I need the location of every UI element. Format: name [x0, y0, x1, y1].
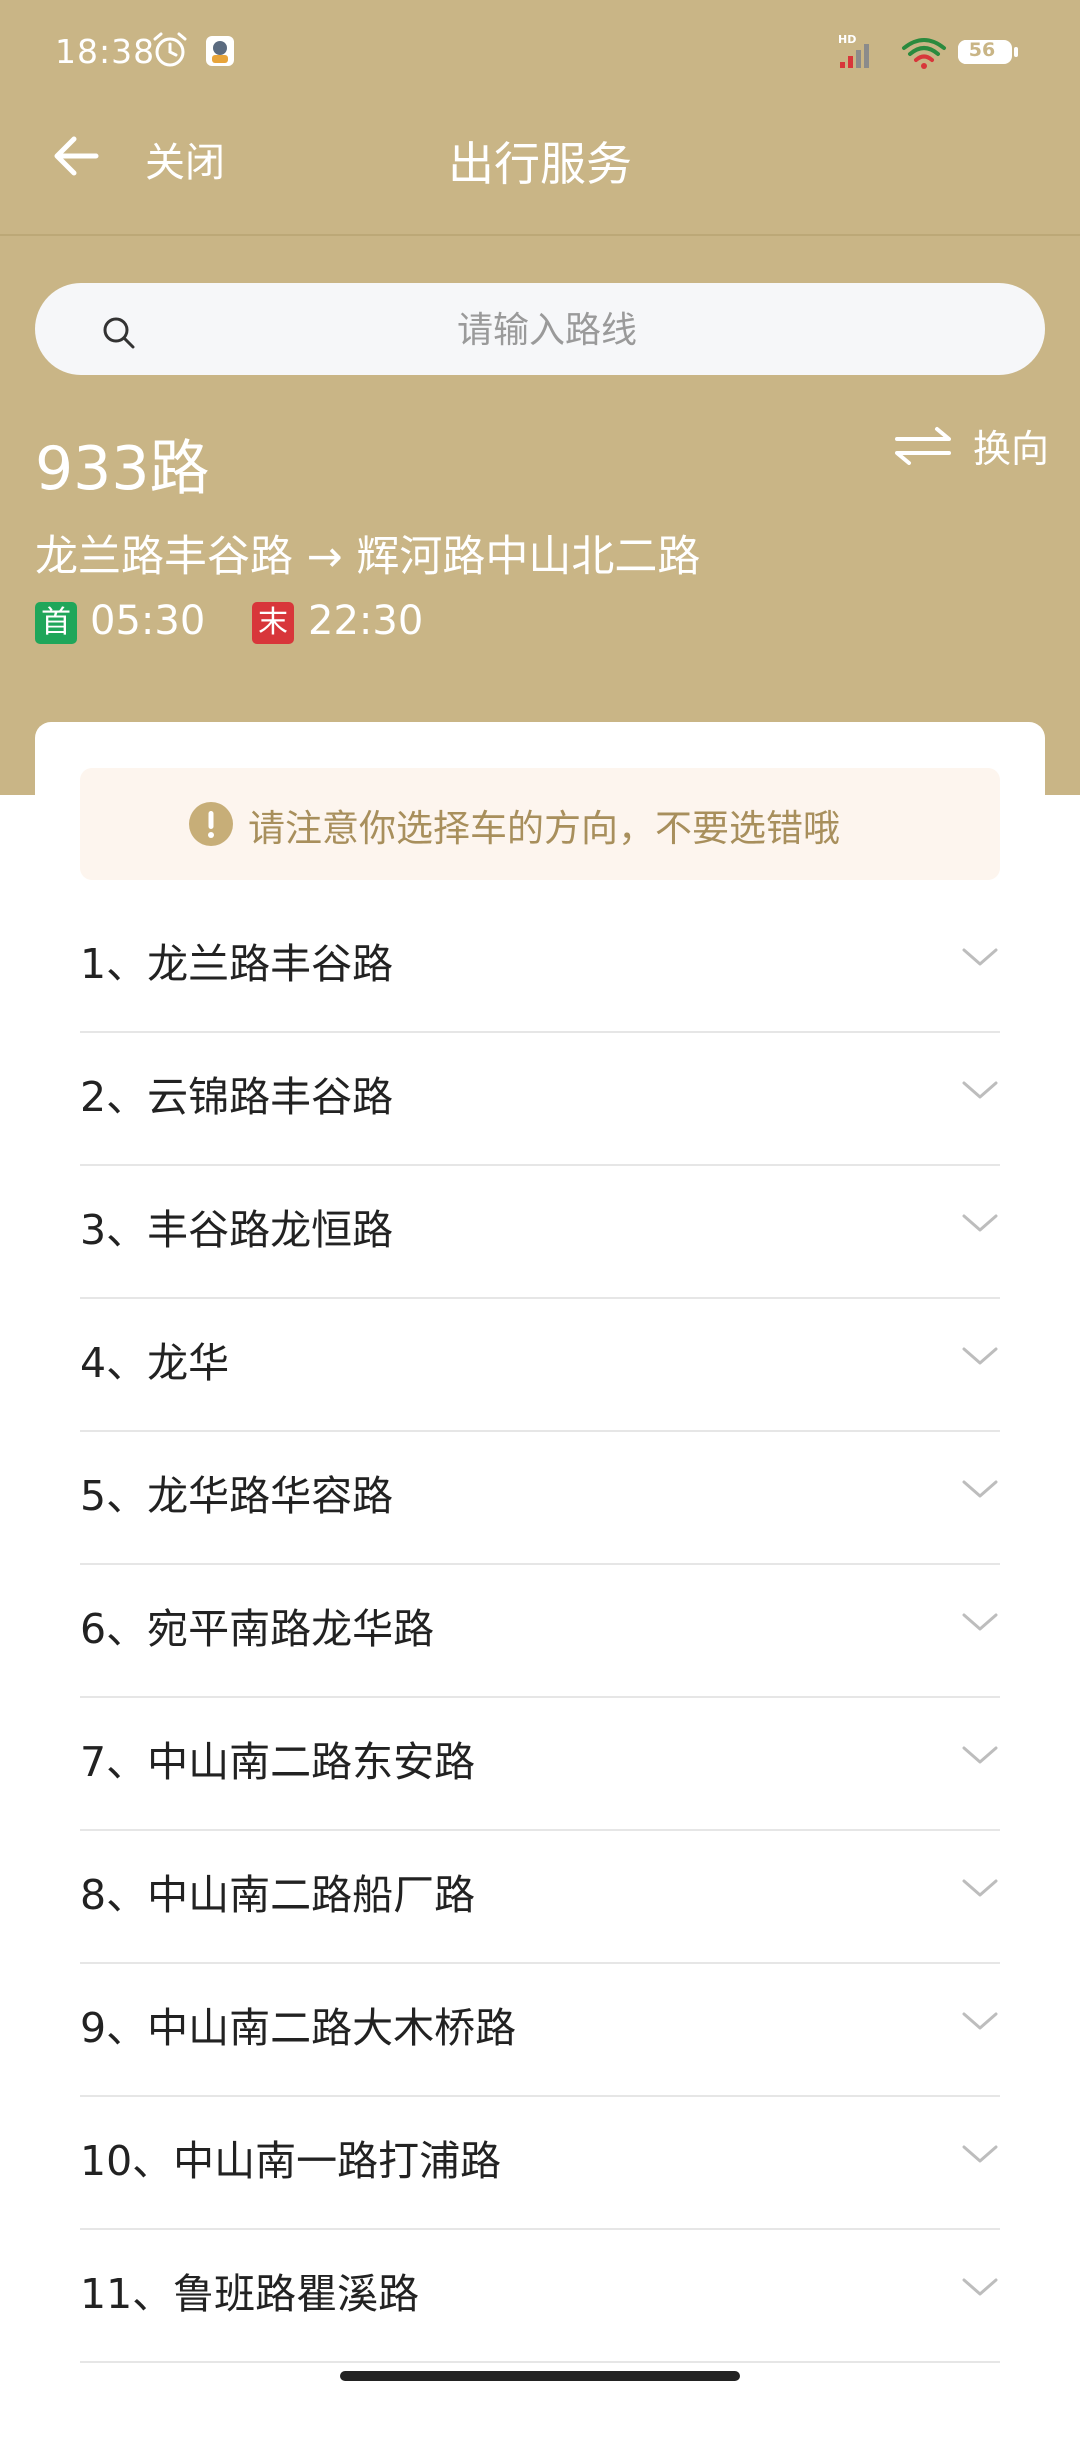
- chevron-down-icon: [962, 948, 998, 966]
- swap-direction-button[interactable]: 换向: [893, 415, 1049, 475]
- hd-signal-icon: HD: [838, 33, 869, 68]
- svg-text:HD: HD: [838, 33, 856, 46]
- home-indicator[interactable]: [340, 2371, 740, 2381]
- list-item[interactable]: 11、鲁班路瞿溪路: [80, 2230, 1000, 2363]
- first-bus-badge: 首: [35, 602, 77, 644]
- chevron-down-icon: [962, 1613, 998, 1631]
- list-item[interactable]: 6、宛平南路龙华路: [80, 1565, 1000, 1698]
- list-item[interactable]: 4、龙华: [80, 1299, 1000, 1432]
- chevron-down-icon: [962, 1746, 998, 1764]
- chevron-down-icon: [962, 1081, 998, 1099]
- app-notification-icon: [206, 36, 234, 66]
- first-bus-time: 05:30: [90, 598, 206, 644]
- alarm-icon: [153, 32, 187, 67]
- route-number: 933路: [35, 434, 210, 504]
- chevron-down-icon: [962, 2012, 998, 2030]
- stop-list-card: 请注意你选择车的方向，不要选错哦 1、龙兰路丰谷路 2、云锦路丰谷路 3、丰谷路…: [35, 722, 1045, 2442]
- chevron-down-icon: [962, 1480, 998, 1498]
- search-bar[interactable]: [35, 283, 1045, 377]
- chevron-down-icon: [962, 1879, 998, 1897]
- stop-name: 2、云锦路丰谷路: [80, 1073, 394, 1121]
- page-title: 出行服务: [448, 137, 632, 191]
- status-time: 18:38: [55, 32, 156, 71]
- stop-name: 5、龙华路华容路: [80, 1472, 394, 1520]
- stop-name: 11、鲁班路瞿溪路: [80, 2270, 420, 2318]
- last-bus-time: 22:30: [308, 598, 424, 644]
- notice-text: 请注意你选择车的方向，不要选错哦: [248, 807, 840, 850]
- status-bar: 18:38 HD 56: [0, 0, 1080, 104]
- route-direction: 龙兰路丰谷路 → 辉河路中山北二路: [35, 532, 701, 582]
- stop-name: 3、丰谷路龙恒路: [80, 1206, 394, 1254]
- chevron-down-icon: [962, 2145, 998, 2163]
- last-bus-badge: 末: [252, 602, 294, 644]
- stop-name: 1、龙兰路丰谷路: [80, 940, 394, 988]
- header-divider: [0, 234, 1080, 236]
- stop-name: 4、龙华: [80, 1339, 230, 1387]
- search-input[interactable]: [155, 283, 939, 377]
- stop-name: 8、中山南二路船厂路: [80, 1871, 476, 1919]
- list-item[interactable]: 7、中山南二路东安路: [80, 1698, 1000, 1831]
- stop-name: 10、中山南一路打浦路: [80, 2137, 502, 2185]
- list-item[interactable]: 3、丰谷路龙恒路: [80, 1166, 1000, 1299]
- chevron-down-icon: [962, 1347, 998, 1365]
- list-item[interactable]: 5、龙华路华容路: [80, 1432, 1000, 1565]
- stop-name: 7、中山南二路东安路: [80, 1738, 476, 1786]
- stop-list: 1、龙兰路丰谷路 2、云锦路丰谷路 3、丰谷路龙恒路 4、龙华 5、龙华路华容路…: [80, 900, 1000, 2363]
- list-item[interactable]: 8、中山南二路船厂路: [80, 1831, 1000, 1964]
- chevron-down-icon: [962, 2278, 998, 2296]
- header-background: [0, 0, 1080, 795]
- list-item[interactable]: 10、中山南一路打浦路: [80, 2097, 1000, 2230]
- stop-name: 6、宛平南路龙华路: [80, 1605, 435, 1653]
- battery-level: 56: [968, 39, 996, 61]
- list-item[interactable]: 1、龙兰路丰谷路: [80, 900, 1000, 1033]
- wifi-icon: [902, 38, 946, 69]
- swap-arrows-icon: [895, 427, 951, 465]
- list-item[interactable]: 9、中山南二路大木桥路: [80, 1964, 1000, 2097]
- direction-notice: 请注意你选择车的方向，不要选错哦: [80, 768, 1000, 880]
- swap-direction-label: 换向: [973, 426, 1050, 471]
- search-icon: [103, 317, 135, 349]
- list-item[interactable]: 2、云锦路丰谷路: [80, 1033, 1000, 1166]
- stop-name: 9、中山南二路大木桥路: [80, 2004, 517, 2052]
- exclamation-icon: [189, 802, 233, 846]
- chevron-down-icon: [962, 1214, 998, 1232]
